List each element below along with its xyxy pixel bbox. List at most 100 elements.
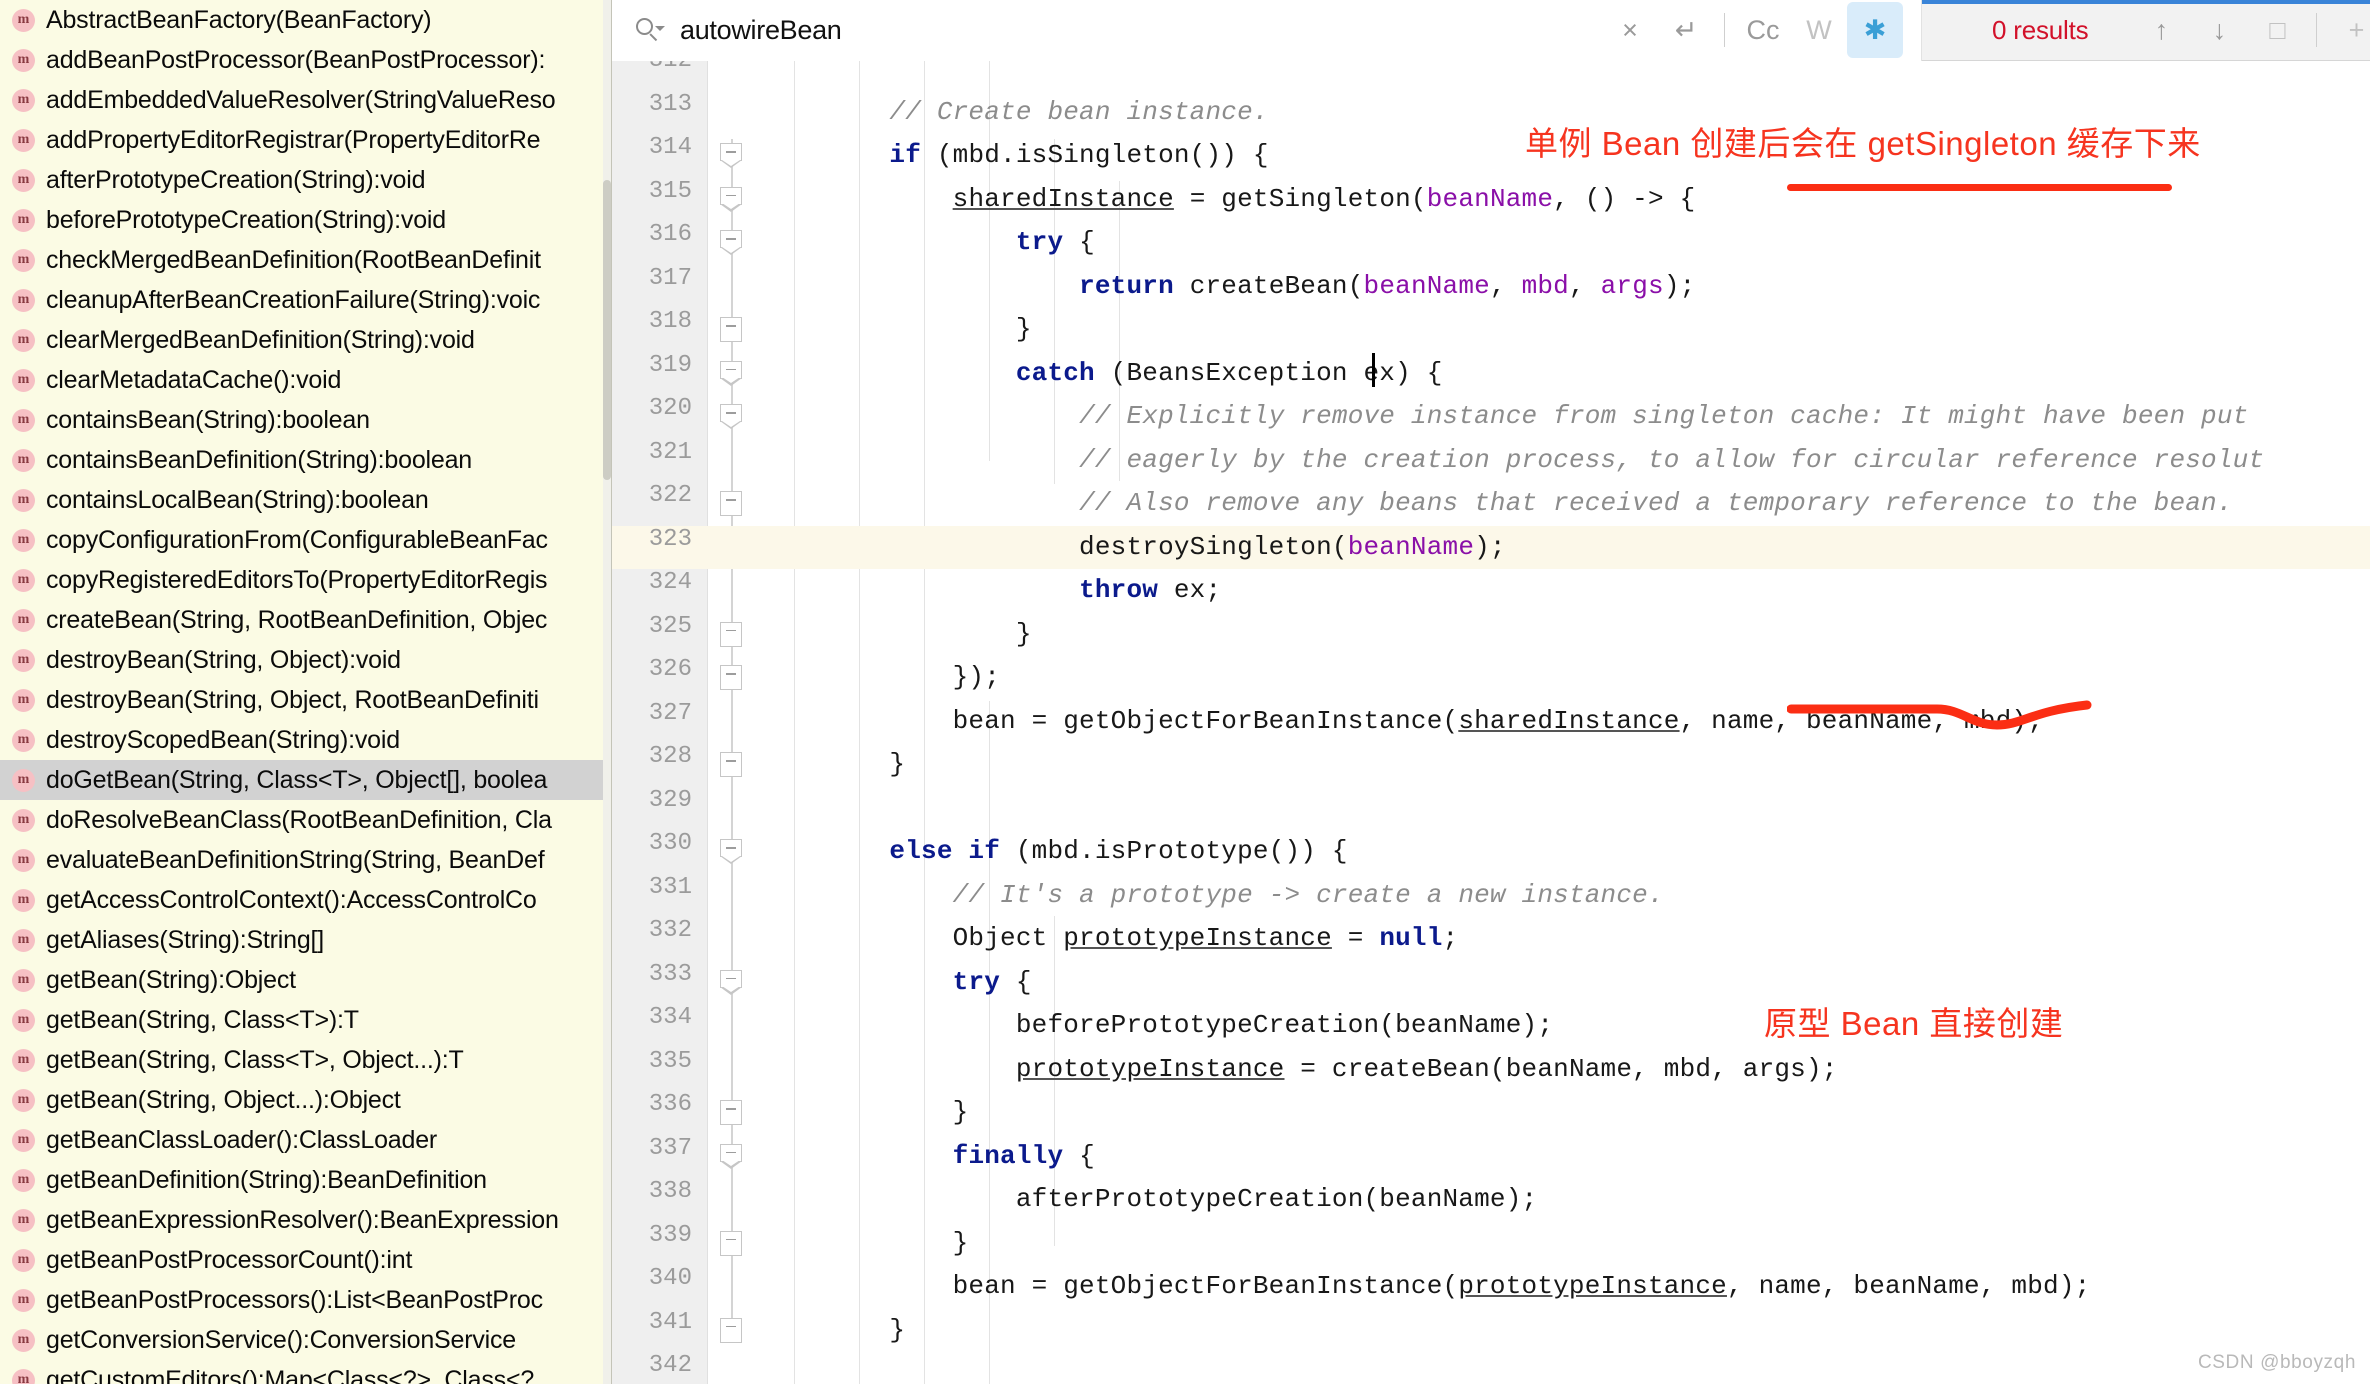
member-list-item[interactable]: m getConversionService():ConversionServic… bbox=[0, 1320, 611, 1360]
member-list-item[interactable]: m clearMetadataCache():void bbox=[0, 360, 611, 400]
code-line[interactable]: 316 try { bbox=[612, 221, 2370, 265]
code-line[interactable]: 334 beforePrototypeCreation(beanName); bbox=[612, 1004, 2370, 1048]
member-list-item[interactable]: m evaluateBeanDefinitionString(String, Be… bbox=[0, 840, 611, 880]
member-list-item[interactable]: m getAliases(String):String[] bbox=[0, 920, 611, 960]
member-list-item[interactable]: m AbstractBeanFactory(BeanFactory) bbox=[0, 0, 611, 40]
member-list-item[interactable]: m clearMergedBeanDefinition(String):void bbox=[0, 320, 611, 360]
code-fold-marker[interactable] bbox=[720, 1317, 745, 1343]
member-list-item[interactable]: m addEmbeddedValueResolver(StringValueRes… bbox=[0, 80, 611, 120]
code-line[interactable]: 342 bbox=[612, 1352, 2370, 1384]
member-list-item[interactable]: m getBeanExpressionResolver():BeanExpress… bbox=[0, 1200, 611, 1240]
code-line[interactable]: 320 // Explicitly remove instance from s… bbox=[612, 395, 2370, 439]
add-occurrence-icon[interactable]: + bbox=[2327, 2, 2370, 58]
member-list-item[interactable]: m afterPrototypeCreation(String):void bbox=[0, 160, 611, 200]
member-list-item[interactable]: m copyRegisteredEditorsTo(PropertyEditorR… bbox=[0, 560, 611, 600]
code-fold-marker[interactable] bbox=[720, 621, 745, 647]
code-fold-marker[interactable] bbox=[720, 143, 745, 169]
code-fold-marker[interactable] bbox=[720, 1100, 745, 1125]
code-line[interactable]: 341 } bbox=[612, 1309, 2370, 1353]
method-icon: m bbox=[12, 848, 35, 872]
popup-scrollbar-thumb[interactable] bbox=[603, 180, 611, 480]
code-line[interactable]: 336 } bbox=[612, 1091, 2370, 1135]
code-fold-marker[interactable] bbox=[720, 186, 745, 212]
code-line[interactable]: 312 bbox=[612, 61, 2370, 91]
member-list-item[interactable]: m destroyBean(String, Object):void bbox=[0, 640, 611, 680]
method-icon: m bbox=[12, 1168, 35, 1192]
code-line[interactable]: 318 } bbox=[612, 308, 2370, 352]
code-line[interactable]: 330 else if (mbd.isPrototype()) { bbox=[612, 830, 2370, 874]
code-fold-marker[interactable] bbox=[720, 317, 745, 342]
member-list-item-label: addPropertyEditorRegistrar(PropertyEdito… bbox=[46, 125, 541, 154]
code-fold-marker[interactable] bbox=[720, 969, 745, 995]
search-history-icon[interactable]: ↵ bbox=[1658, 2, 1714, 58]
code-fold-marker[interactable] bbox=[720, 230, 745, 256]
member-list-item[interactable]: m getBean(String, Class<T>):T bbox=[0, 1000, 611, 1040]
member-list-item[interactable]: m doResolveBeanClass(RootBeanDefinition, … bbox=[0, 800, 611, 840]
code-fold-marker[interactable] bbox=[720, 1230, 745, 1256]
member-list-item[interactable]: m getBeanPostProcessors():List<BeanPostPr… bbox=[0, 1280, 611, 1320]
find-field-container[interactable]: × ↵ Cc W ✱ bbox=[612, 0, 1922, 61]
member-list-item[interactable]: m createBean(String, RootBeanDefinition, … bbox=[0, 600, 611, 640]
code-fold-marker[interactable] bbox=[720, 665, 745, 690]
member-list-item[interactable]: m getBean(String, Class<T>, Object...):T bbox=[0, 1040, 611, 1080]
code-line[interactable]: 325 } bbox=[612, 613, 2370, 657]
member-list-item[interactable]: m getCustomEditors():Map<Class<?>, Class<… bbox=[0, 1360, 611, 1384]
member-list-item[interactable]: m getBeanPostProcessorCount():int bbox=[0, 1240, 611, 1280]
code-fold-marker[interactable] bbox=[720, 752, 745, 777]
member-list-item[interactable]: m containsLocalBean(String):boolean bbox=[0, 480, 611, 520]
code-line[interactable]: 339 } bbox=[612, 1222, 2370, 1266]
code-line[interactable]: 326 }); bbox=[612, 656, 2370, 700]
member-list-item[interactable]: m containsBean(String):boolean bbox=[0, 400, 611, 440]
code-fold-marker[interactable] bbox=[720, 839, 745, 865]
code-line[interactable]: 333 try { bbox=[612, 961, 2370, 1005]
find-next-icon[interactable]: ↓ bbox=[2190, 2, 2248, 58]
code-line[interactable]: 321 // eagerly by the creation process, … bbox=[612, 439, 2370, 483]
annotation-singleton: 单例 Bean 创建后会在 getSingleton 缓存下来 bbox=[1525, 125, 2201, 162]
code-line[interactable]: 317 return createBean(beanName, mbd, arg… bbox=[612, 265, 2370, 309]
code-line[interactable]: 340 bean = getObjectForBeanInstance(prot… bbox=[612, 1265, 2370, 1309]
code-fold-marker[interactable] bbox=[720, 404, 745, 430]
member-list-item[interactable]: m beforePrototypeCreation(String):void bbox=[0, 200, 611, 240]
member-list[interactable]: m AbstractBeanFactory(BeanFactory) m addBea… bbox=[0, 0, 611, 1384]
code-line[interactable]: 322 // Also remove any beans that receiv… bbox=[612, 482, 2370, 526]
code-line[interactable]: 323 destroySingleton(beanName); bbox=[612, 525, 2370, 569]
member-list-item[interactable]: m getAccessControlContext():AccessControl… bbox=[0, 880, 611, 920]
member-list-item[interactable]: m doGetBean(String, Class<T>, Object[], b… bbox=[0, 760, 611, 800]
code-line[interactable]: 324 throw ex; bbox=[612, 569, 2370, 613]
member-list-item[interactable]: m checkMergedBeanDefinition(RootBeanDefin… bbox=[0, 240, 611, 280]
code-line[interactable]: 332 Object prototypeInstance = null; bbox=[612, 917, 2370, 961]
member-list-item[interactable]: m getBean(String):Object bbox=[0, 960, 611, 1000]
regex-toggle[interactable]: ✱ bbox=[1847, 2, 1903, 58]
code-editor[interactable]: 312 313 // Create bean instance. 314 if (m… bbox=[612, 61, 2370, 1384]
member-structure-popup[interactable]: m AbstractBeanFactory(BeanFactory) m addBea… bbox=[0, 0, 612, 1384]
code-line[interactable]: 338 afterPrototypeCreation(beanName); bbox=[612, 1178, 2370, 1222]
member-list-item[interactable]: m getBeanDefinition(String):BeanDefinitio… bbox=[0, 1160, 611, 1200]
member-list-item[interactable]: m containsBeanDefinition(String):boolean bbox=[0, 440, 611, 480]
open-in-find-window-icon[interactable]: □ bbox=[2248, 2, 2306, 58]
code-line[interactable]: 331 // It's a prototype -> create a new … bbox=[612, 874, 2370, 918]
code-fold-marker[interactable] bbox=[720, 360, 745, 386]
code-line[interactable]: 337 finally { bbox=[612, 1135, 2370, 1179]
clear-search-icon[interactable]: × bbox=[1602, 2, 1658, 58]
code-line[interactable]: 328 } bbox=[612, 743, 2370, 787]
method-icon: m bbox=[12, 168, 35, 192]
member-list-item[interactable]: m addBeanPostProcessor(BeanPostProcessor)… bbox=[0, 40, 611, 80]
member-list-item[interactable]: m destroyScopedBean(String):void bbox=[0, 720, 611, 760]
member-list-item[interactable]: m getBean(String, Object...):Object bbox=[0, 1080, 611, 1120]
match-case-toggle[interactable]: Cc bbox=[1735, 2, 1791, 58]
code-fold-marker[interactable] bbox=[720, 1143, 745, 1169]
member-list-item[interactable]: m addPropertyEditorRegistrar(PropertyEdit… bbox=[0, 120, 611, 160]
search-icon[interactable] bbox=[634, 15, 665, 45]
code-fold-marker[interactable] bbox=[720, 491, 745, 516]
member-list-item[interactable]: m getBeanClassLoader():ClassLoader bbox=[0, 1120, 611, 1160]
code-line[interactable]: 319 catch (BeansException ex) { bbox=[612, 352, 2370, 396]
code-line[interactable]: 329 bbox=[612, 787, 2370, 831]
code-line[interactable]: 335 prototypeInstance = createBean(beanN… bbox=[612, 1048, 2370, 1092]
member-list-item[interactable]: m copyConfigurationFrom(ConfigurableBeanF… bbox=[0, 520, 611, 560]
member-list-item[interactable]: m cleanupAfterBeanCreationFailure(String)… bbox=[0, 280, 611, 320]
search-input[interactable] bbox=[680, 10, 1220, 50]
popup-scrollbar[interactable] bbox=[603, 0, 611, 1384]
member-list-item[interactable]: m destroyBean(String, Object, RootBeanDef… bbox=[0, 680, 611, 720]
words-toggle[interactable]: W bbox=[1791, 2, 1847, 58]
find-previous-icon[interactable]: ↑ bbox=[2132, 2, 2190, 58]
